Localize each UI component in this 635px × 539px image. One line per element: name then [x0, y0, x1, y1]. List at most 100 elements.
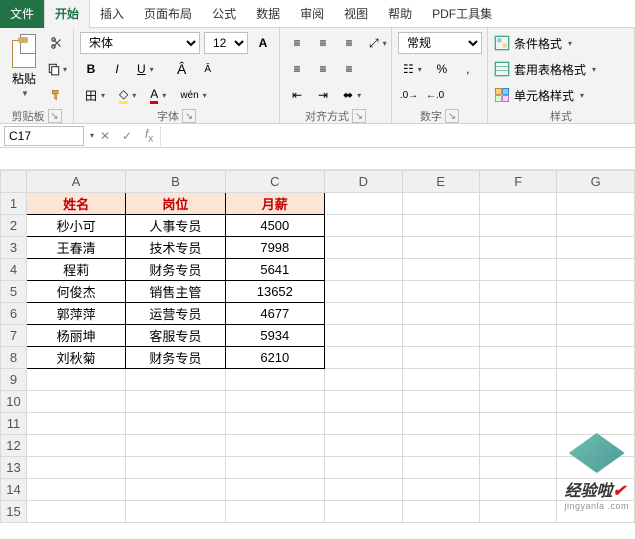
cell[interactable]: [325, 501, 402, 523]
cell[interactable]: [225, 457, 325, 479]
cell[interactable]: [225, 435, 325, 457]
cell[interactable]: [557, 259, 635, 281]
cell[interactable]: 运营专员: [126, 303, 225, 325]
cell[interactable]: 4500: [225, 215, 325, 237]
col-header[interactable]: A: [26, 171, 125, 193]
cell[interactable]: [402, 193, 479, 215]
cell[interactable]: 程莉: [26, 259, 125, 281]
cell[interactable]: [557, 215, 635, 237]
cell[interactable]: [325, 457, 402, 479]
cell-style-button[interactable]: 单元格样式▾: [494, 84, 584, 106]
tab-data[interactable]: 数据: [246, 0, 290, 28]
cell[interactable]: [557, 435, 635, 457]
grow-font-button[interactable]: Â: [171, 58, 193, 80]
increase-font-button[interactable]: A: [252, 32, 274, 54]
cell[interactable]: [402, 479, 479, 501]
cell[interactable]: [480, 457, 557, 479]
cell[interactable]: 岗位: [126, 193, 225, 215]
col-header[interactable]: B: [126, 171, 225, 193]
fill-color-button[interactable]: ◇▾: [114, 84, 141, 106]
row-header[interactable]: 4: [1, 259, 27, 281]
cell[interactable]: [480, 193, 557, 215]
tab-pagelayout[interactable]: 页面布局: [134, 0, 202, 28]
cell[interactable]: [480, 479, 557, 501]
cell[interactable]: [480, 369, 557, 391]
cell[interactable]: [557, 479, 635, 501]
cell[interactable]: [557, 391, 635, 413]
cell[interactable]: 财务专员: [126, 347, 225, 369]
cell[interactable]: [480, 413, 557, 435]
align-top-button[interactable]: ≡: [286, 32, 308, 54]
cell[interactable]: 7998: [225, 237, 325, 259]
decrease-decimal-button[interactable]: ←.0: [424, 84, 446, 106]
copy-button[interactable]: ▾: [46, 58, 68, 80]
cell[interactable]: [557, 237, 635, 259]
tab-help[interactable]: 帮助: [378, 0, 422, 28]
formula-input[interactable]: [160, 126, 635, 146]
col-header[interactable]: E: [402, 171, 479, 193]
tab-home[interactable]: 开始: [44, 0, 90, 28]
align-bottom-button[interactable]: ≡: [338, 32, 360, 54]
cell[interactable]: [480, 391, 557, 413]
font-color-button[interactable]: A▾: [145, 84, 171, 106]
cell[interactable]: [26, 413, 125, 435]
cell[interactable]: [26, 479, 125, 501]
cell[interactable]: 财务专员: [126, 259, 225, 281]
merge-button[interactable]: ⬌▾: [338, 84, 366, 106]
cell[interactable]: [26, 457, 125, 479]
row-header[interactable]: 6: [1, 303, 27, 325]
increase-decimal-button[interactable]: .0→: [398, 84, 420, 106]
cell[interactable]: 销售主管: [126, 281, 225, 303]
align-center-button[interactable]: ≡: [312, 58, 334, 80]
cell[interactable]: [325, 259, 402, 281]
row-header[interactable]: 1: [1, 193, 27, 215]
cell[interactable]: 郭萍萍: [26, 303, 125, 325]
cell[interactable]: [325, 369, 402, 391]
phonetic-button[interactable]: wén▾: [175, 84, 211, 106]
cell[interactable]: [325, 347, 402, 369]
dialog-launcher-icon[interactable]: ↘: [352, 109, 366, 123]
cell[interactable]: [402, 435, 479, 457]
cell[interactable]: 王春清: [26, 237, 125, 259]
name-box[interactable]: [4, 126, 84, 146]
enter-formula-button[interactable]: ✓: [116, 129, 138, 143]
row-header[interactable]: 10: [1, 391, 27, 413]
cell[interactable]: [557, 325, 635, 347]
row-header[interactable]: 7: [1, 325, 27, 347]
cell[interactable]: [325, 479, 402, 501]
cell[interactable]: [402, 457, 479, 479]
orientation-button[interactable]: ⤢▾: [364, 32, 392, 54]
cell[interactable]: [557, 369, 635, 391]
cell[interactable]: [480, 259, 557, 281]
comma-button[interactable]: ,: [457, 58, 479, 80]
row-header[interactable]: 12: [1, 435, 27, 457]
percent-button[interactable]: %: [431, 58, 453, 80]
border-button[interactable]: 田▾: [80, 84, 110, 106]
align-left-button[interactable]: ≡: [286, 58, 308, 80]
cell[interactable]: [126, 435, 225, 457]
select-all-corner[interactable]: [1, 171, 27, 193]
number-format-select[interactable]: 常规: [398, 32, 482, 54]
cell[interactable]: [402, 391, 479, 413]
cell[interactable]: [480, 237, 557, 259]
cell[interactable]: [557, 413, 635, 435]
fx-button[interactable]: fx: [138, 127, 160, 144]
cell[interactable]: [480, 325, 557, 347]
cell[interactable]: [325, 391, 402, 413]
cell[interactable]: [480, 303, 557, 325]
dialog-launcher-icon[interactable]: ↘: [182, 109, 196, 123]
cell[interactable]: [480, 215, 557, 237]
font-name-select[interactable]: 宋体: [80, 32, 200, 54]
cell[interactable]: [557, 501, 635, 523]
cell[interactable]: 5934: [225, 325, 325, 347]
row-header[interactable]: 8: [1, 347, 27, 369]
paste-button[interactable]: 粘贴 ▼: [6, 32, 42, 100]
bold-button[interactable]: B: [80, 58, 102, 80]
italic-button[interactable]: I: [106, 58, 128, 80]
cell[interactable]: [557, 281, 635, 303]
cell[interactable]: 6210: [225, 347, 325, 369]
tab-view[interactable]: 视图: [334, 0, 378, 28]
cell[interactable]: [26, 391, 125, 413]
decrease-indent-button[interactable]: ⇤: [286, 84, 308, 106]
cell[interactable]: [325, 435, 402, 457]
